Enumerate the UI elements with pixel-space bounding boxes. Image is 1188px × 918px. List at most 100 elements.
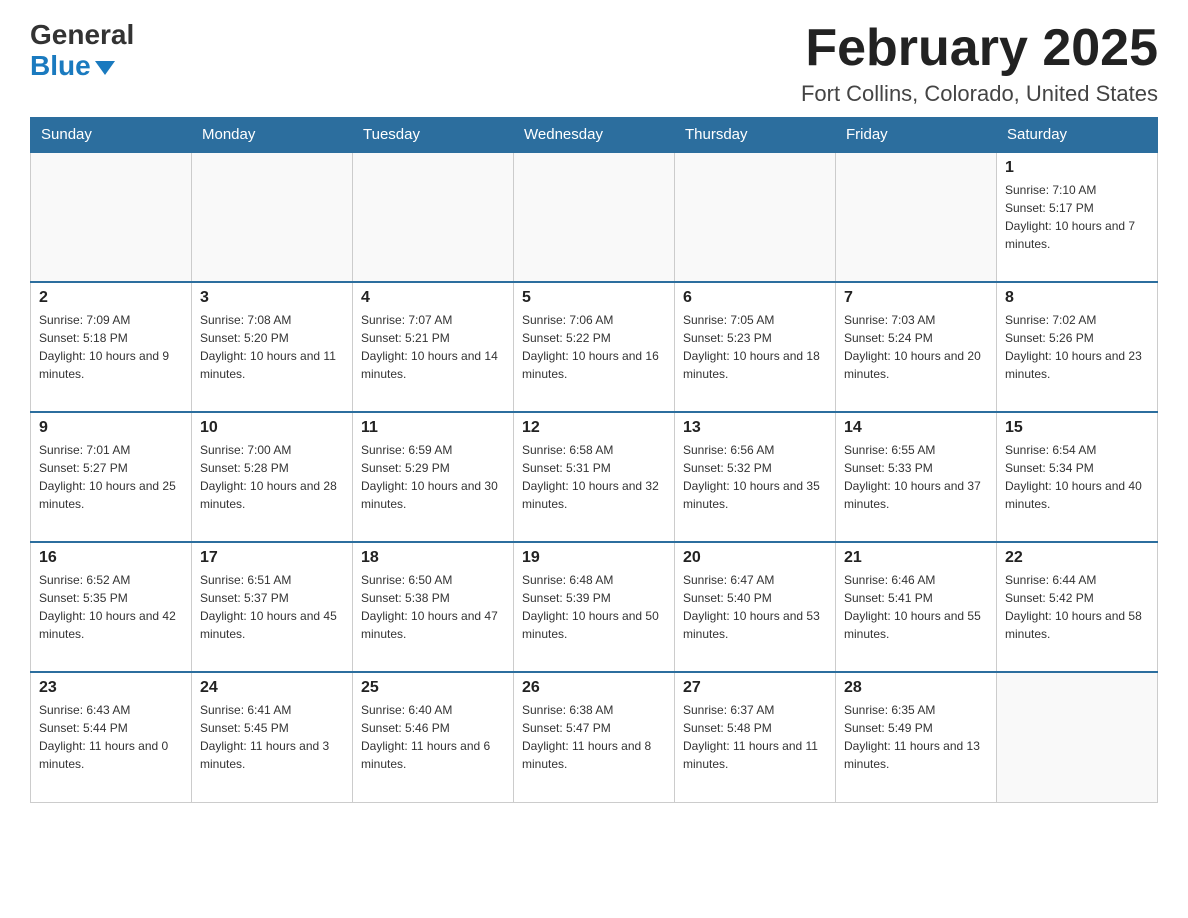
calendar-cell: 6 Sunrise: 7:05 AM Sunset: 5:23 PM Daylig… bbox=[675, 282, 836, 412]
calendar-cell bbox=[675, 152, 836, 282]
day-info: Sunrise: 7:03 AM Sunset: 5:24 PM Dayligh… bbox=[844, 311, 988, 383]
location-title: Fort Collins, Colorado, United States bbox=[801, 81, 1158, 107]
day-number: 27 bbox=[683, 679, 827, 697]
calendar-weekday-monday: Monday bbox=[192, 118, 353, 153]
calendar-cell: 5 Sunrise: 7:06 AM Sunset: 5:22 PM Daylig… bbox=[514, 282, 675, 412]
day-info: Sunrise: 6:38 AM Sunset: 5:47 PM Dayligh… bbox=[522, 701, 666, 773]
day-number: 28 bbox=[844, 679, 988, 697]
day-info: Sunrise: 7:08 AM Sunset: 5:20 PM Dayligh… bbox=[200, 311, 344, 383]
day-info: Sunrise: 6:52 AM Sunset: 5:35 PM Dayligh… bbox=[39, 571, 183, 643]
logo-blue-text: Blue bbox=[30, 51, 134, 82]
day-number: 12 bbox=[522, 419, 666, 437]
day-info: Sunrise: 7:10 AM Sunset: 5:17 PM Dayligh… bbox=[1005, 181, 1149, 253]
calendar-cell: 28 Sunrise: 6:35 AM Sunset: 5:49 PM Dayli… bbox=[836, 672, 997, 802]
calendar-cell bbox=[31, 152, 192, 282]
day-info: Sunrise: 7:00 AM Sunset: 5:28 PM Dayligh… bbox=[200, 441, 344, 513]
day-number: 16 bbox=[39, 549, 183, 567]
calendar-table: SundayMondayTuesdayWednesdayThursdayFrid… bbox=[30, 117, 1158, 803]
logo: General Blue bbox=[30, 20, 134, 82]
day-number: 26 bbox=[522, 679, 666, 697]
calendar-week-3: 9 Sunrise: 7:01 AM Sunset: 5:27 PM Daylig… bbox=[31, 412, 1158, 542]
day-info: Sunrise: 6:47 AM Sunset: 5:40 PM Dayligh… bbox=[683, 571, 827, 643]
day-number: 21 bbox=[844, 549, 988, 567]
calendar-cell: 11 Sunrise: 6:59 AM Sunset: 5:29 PM Dayli… bbox=[353, 412, 514, 542]
day-info: Sunrise: 6:55 AM Sunset: 5:33 PM Dayligh… bbox=[844, 441, 988, 513]
calendar-week-4: 16 Sunrise: 6:52 AM Sunset: 5:35 PM Dayli… bbox=[31, 542, 1158, 672]
calendar-cell: 26 Sunrise: 6:38 AM Sunset: 5:47 PM Dayli… bbox=[514, 672, 675, 802]
calendar-weekday-saturday: Saturday bbox=[997, 118, 1158, 153]
day-info: Sunrise: 6:51 AM Sunset: 5:37 PM Dayligh… bbox=[200, 571, 344, 643]
day-number: 11 bbox=[361, 419, 505, 437]
day-info: Sunrise: 7:01 AM Sunset: 5:27 PM Dayligh… bbox=[39, 441, 183, 513]
calendar-header-row: SundayMondayTuesdayWednesdayThursdayFrid… bbox=[31, 118, 1158, 153]
page-header: General Blue February 2025 Fort Collins,… bbox=[30, 20, 1158, 107]
day-number: 6 bbox=[683, 289, 827, 307]
calendar-cell: 27 Sunrise: 6:37 AM Sunset: 5:48 PM Dayli… bbox=[675, 672, 836, 802]
day-number: 25 bbox=[361, 679, 505, 697]
logo-general-text: General bbox=[30, 20, 134, 51]
day-info: Sunrise: 6:35 AM Sunset: 5:49 PM Dayligh… bbox=[844, 701, 988, 773]
day-info: Sunrise: 7:05 AM Sunset: 5:23 PM Dayligh… bbox=[683, 311, 827, 383]
day-number: 15 bbox=[1005, 419, 1149, 437]
day-number: 24 bbox=[200, 679, 344, 697]
calendar-cell bbox=[997, 672, 1158, 802]
day-number: 22 bbox=[1005, 549, 1149, 567]
day-number: 8 bbox=[1005, 289, 1149, 307]
day-number: 19 bbox=[522, 549, 666, 567]
calendar-cell: 12 Sunrise: 6:58 AM Sunset: 5:31 PM Dayli… bbox=[514, 412, 675, 542]
day-info: Sunrise: 7:06 AM Sunset: 5:22 PM Dayligh… bbox=[522, 311, 666, 383]
day-number: 10 bbox=[200, 419, 344, 437]
day-info: Sunrise: 6:43 AM Sunset: 5:44 PM Dayligh… bbox=[39, 701, 183, 773]
calendar-cell: 13 Sunrise: 6:56 AM Sunset: 5:32 PM Dayli… bbox=[675, 412, 836, 542]
calendar-cell: 20 Sunrise: 6:47 AM Sunset: 5:40 PM Dayli… bbox=[675, 542, 836, 672]
calendar-week-2: 2 Sunrise: 7:09 AM Sunset: 5:18 PM Daylig… bbox=[31, 282, 1158, 412]
calendar-cell: 25 Sunrise: 6:40 AM Sunset: 5:46 PM Dayli… bbox=[353, 672, 514, 802]
day-number: 4 bbox=[361, 289, 505, 307]
calendar-cell: 10 Sunrise: 7:00 AM Sunset: 5:28 PM Dayli… bbox=[192, 412, 353, 542]
calendar-cell: 4 Sunrise: 7:07 AM Sunset: 5:21 PM Daylig… bbox=[353, 282, 514, 412]
calendar-cell: 17 Sunrise: 6:51 AM Sunset: 5:37 PM Dayli… bbox=[192, 542, 353, 672]
day-number: 9 bbox=[39, 419, 183, 437]
calendar-cell: 16 Sunrise: 6:52 AM Sunset: 5:35 PM Dayli… bbox=[31, 542, 192, 672]
calendar-cell: 14 Sunrise: 6:55 AM Sunset: 5:33 PM Dayli… bbox=[836, 412, 997, 542]
day-info: Sunrise: 6:56 AM Sunset: 5:32 PM Dayligh… bbox=[683, 441, 827, 513]
title-section: February 2025 Fort Collins, Colorado, Un… bbox=[801, 20, 1158, 107]
calendar-cell: 1 Sunrise: 7:10 AM Sunset: 5:17 PM Daylig… bbox=[997, 152, 1158, 282]
day-info: Sunrise: 7:07 AM Sunset: 5:21 PM Dayligh… bbox=[361, 311, 505, 383]
day-number: 23 bbox=[39, 679, 183, 697]
calendar-week-5: 23 Sunrise: 6:43 AM Sunset: 5:44 PM Dayli… bbox=[31, 672, 1158, 802]
day-number: 2 bbox=[39, 289, 183, 307]
calendar-cell: 19 Sunrise: 6:48 AM Sunset: 5:39 PM Dayli… bbox=[514, 542, 675, 672]
logo-triangle-icon bbox=[95, 61, 115, 75]
day-info: Sunrise: 6:50 AM Sunset: 5:38 PM Dayligh… bbox=[361, 571, 505, 643]
day-number: 20 bbox=[683, 549, 827, 567]
calendar-cell: 8Sunrise: 7:02 AM Sunset: 5:26 PM Daylig… bbox=[997, 282, 1158, 412]
calendar-cell bbox=[192, 152, 353, 282]
calendar-cell: 2 Sunrise: 7:09 AM Sunset: 5:18 PM Daylig… bbox=[31, 282, 192, 412]
day-info: Sunrise: 6:58 AM Sunset: 5:31 PM Dayligh… bbox=[522, 441, 666, 513]
calendar-week-1: 1 Sunrise: 7:10 AM Sunset: 5:17 PM Daylig… bbox=[31, 152, 1158, 282]
day-info: Sunrise: 6:59 AM Sunset: 5:29 PM Dayligh… bbox=[361, 441, 505, 513]
day-number: 17 bbox=[200, 549, 344, 567]
month-title: February 2025 bbox=[801, 20, 1158, 77]
calendar-cell: 21 Sunrise: 6:46 AM Sunset: 5:41 PM Dayli… bbox=[836, 542, 997, 672]
day-info: Sunrise: 6:46 AM Sunset: 5:41 PM Dayligh… bbox=[844, 571, 988, 643]
day-number: 3 bbox=[200, 289, 344, 307]
day-info: Sunrise: 7:09 AM Sunset: 5:18 PM Dayligh… bbox=[39, 311, 183, 383]
calendar-cell: 24 Sunrise: 6:41 AM Sunset: 5:45 PM Dayli… bbox=[192, 672, 353, 802]
day-number: 7 bbox=[844, 289, 988, 307]
day-info: Sunrise: 6:37 AM Sunset: 5:48 PM Dayligh… bbox=[683, 701, 827, 773]
day-number: 14 bbox=[844, 419, 988, 437]
day-info: Sunrise: 6:48 AM Sunset: 5:39 PM Dayligh… bbox=[522, 571, 666, 643]
calendar-cell: 7 Sunrise: 7:03 AM Sunset: 5:24 PM Daylig… bbox=[836, 282, 997, 412]
day-info: Sunrise: 6:41 AM Sunset: 5:45 PM Dayligh… bbox=[200, 701, 344, 773]
calendar-weekday-wednesday: Wednesday bbox=[514, 118, 675, 153]
day-number: 5 bbox=[522, 289, 666, 307]
calendar-cell: 9 Sunrise: 7:01 AM Sunset: 5:27 PM Daylig… bbox=[31, 412, 192, 542]
day-number: 13 bbox=[683, 419, 827, 437]
calendar-weekday-sunday: Sunday bbox=[31, 118, 192, 153]
calendar-cell: 22Sunrise: 6:44 AM Sunset: 5:42 PM Dayli… bbox=[997, 542, 1158, 672]
calendar-cell bbox=[836, 152, 997, 282]
day-number: 1 bbox=[1005, 159, 1149, 177]
day-info: Sunrise: 6:40 AM Sunset: 5:46 PM Dayligh… bbox=[361, 701, 505, 773]
